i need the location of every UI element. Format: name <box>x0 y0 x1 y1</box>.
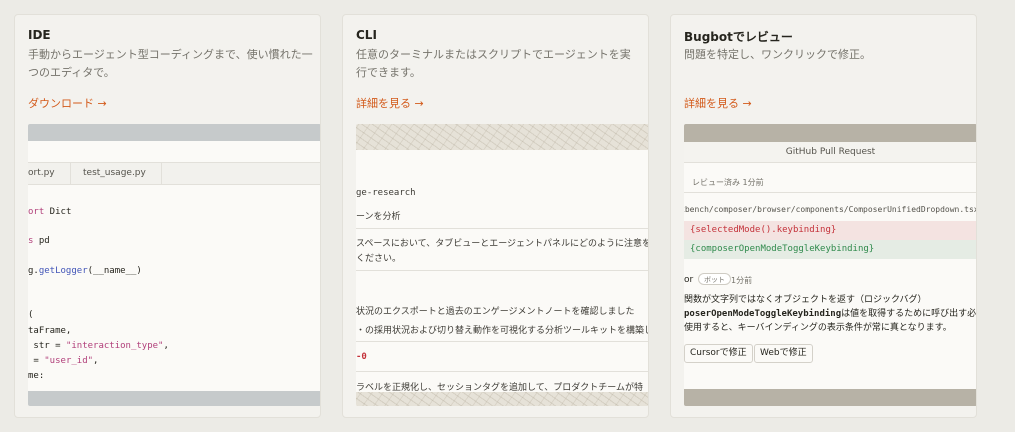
code-line: me: <box>28 371 45 381</box>
card-description: 任意のターミナルまたはスクリプトでエージェントを実行できます。 <box>356 48 631 79</box>
divider <box>356 270 648 271</box>
card-title: CLI <box>356 28 377 42</box>
pull-request-header: GitHub Pull Request <box>684 142 976 163</box>
code-line: = "user_id", <box>28 356 99 366</box>
code-line: g.getLogger(__name__) <box>28 266 142 276</box>
tab-test-usage[interactable]: test_usage.py <box>71 163 162 184</box>
code-line: str = "interaction_type", <box>28 341 169 351</box>
card-bugbot: Bugbotでレビュー 問題を特定し、ワンクリックで修正。 詳細を見る → Gi… <box>670 14 977 418</box>
terminal-line: -0 <box>356 352 367 362</box>
diff-added-line: {composerOpenModeToggleKeybinding} <box>684 240 976 259</box>
terminal-preview: ge-research ーンを分析 スペースにおいて、タブビューとエージェントパ… <box>356 124 649 406</box>
learn-more-link[interactable]: 詳細を見る → <box>684 95 752 111</box>
terminal-background-pattern <box>356 124 648 150</box>
comment-author: or <box>684 275 694 285</box>
divider <box>684 192 976 193</box>
window-statusbar <box>684 389 976 406</box>
card-title: Bugbotでレビュー <box>684 30 793 44</box>
window-titlebar <box>28 124 320 141</box>
bug-title: 関数が文字列ではなくオブジェクトを返す（ロジックバグ） <box>684 295 927 305</box>
card-title: IDE <box>28 28 51 42</box>
terminal-line: ーンを分析 <box>356 212 401 222</box>
terminal-background-pattern <box>356 392 648 406</box>
terminal-line: スペースにおいて、タブビューとエージェントパネルにどのように注意を分 <box>356 239 649 249</box>
card-description: 問題を特定し、ワンクリックで修正。 <box>684 48 871 61</box>
diff-removed-line: {selectedMode().keybinding} <box>684 221 976 240</box>
fix-in-web-button[interactable]: Webで修正 <box>754 344 813 363</box>
tab-file[interactable]: ort.py <box>28 163 71 184</box>
card-description: 手動からエージェント型コーディングまで、使い慣れた一つのエディタで。 <box>28 48 313 79</box>
code-line: taFrame, <box>28 326 72 336</box>
pull-request-preview: GitHub Pull Request レビュー済み 1分前 xbench/co… <box>684 124 977 406</box>
card-ide: IDE 手動からエージェント型コーディングまで、使い慣れた一つのエディタで。 ダ… <box>14 14 321 418</box>
fix-in-cursor-button[interactable]: Cursorで修正 <box>684 344 753 363</box>
comment-time: 1分前 <box>731 276 753 285</box>
bug-description: poserOpenModeToggleKeybindingは値を取得するために呼… <box>684 309 977 319</box>
editor-tabs: ort.py test_usage.py <box>28 162 320 185</box>
editor-preview: ort.py test_usage.py ort Dict s pd g.get… <box>28 124 320 406</box>
terminal-line: ください。 <box>356 254 402 264</box>
learn-more-link[interactable]: 詳細を見る → <box>356 95 424 111</box>
divider <box>356 341 648 342</box>
code-line: s pd <box>28 236 50 246</box>
terminal-line: ・の採用状況および切り替え動作を可視化する分析ツールキットを構築し <box>356 326 649 336</box>
terminal-line: 状況のエクスポートと過去のエンゲージメントノートを確認しました <box>356 307 635 317</box>
bug-description: 使用すると、キーバインディングの表示条件が常に真となります。 <box>684 323 952 333</box>
window-statusbar <box>28 391 320 406</box>
code-line: ( <box>28 310 34 320</box>
bot-badge: ボット <box>698 273 731 285</box>
card-cli: CLI 任意のターミナルまたはスクリプトでエージェントを実行できます。 詳細を見… <box>342 14 649 418</box>
terminal-line: ge-research <box>356 188 416 198</box>
download-link[interactable]: ダウンロード → <box>28 95 107 111</box>
divider <box>356 371 648 372</box>
divider <box>356 228 648 229</box>
review-status: レビュー済み 1分前 <box>692 178 764 187</box>
file-path[interactable]: xbench/composer/browser/components/Compo… <box>684 205 976 214</box>
window-titlebar <box>684 124 976 142</box>
code-line: ort Dict <box>28 207 72 217</box>
